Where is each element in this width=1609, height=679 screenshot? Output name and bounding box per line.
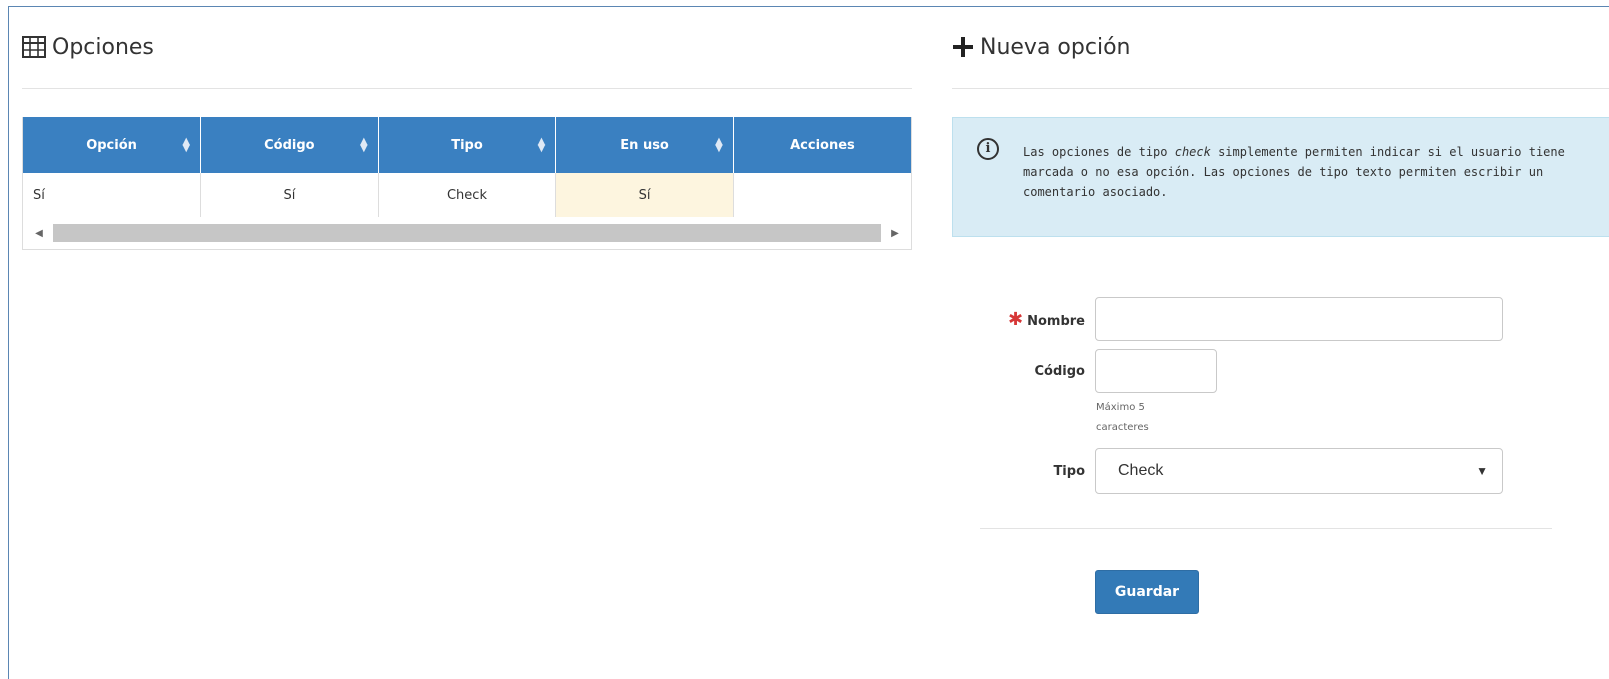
cell-acciones bbox=[733, 173, 911, 217]
save-button[interactable]: Guardar bbox=[1095, 570, 1199, 614]
sort-icon: ▲ ▼ bbox=[715, 136, 723, 154]
column-header-en-uso[interactable]: En uso ▲ ▼ bbox=[555, 117, 734, 173]
column-header-tipo[interactable]: Tipo ▲ ▼ bbox=[378, 117, 557, 173]
cell-opcion: Sí bbox=[23, 173, 202, 217]
column-header-codigo[interactable]: Código ▲ ▼ bbox=[200, 117, 379, 173]
nombre-label: ✱ Nombre bbox=[1008, 308, 1085, 330]
caret-down-icon: ▼ bbox=[1476, 464, 1488, 478]
scroll-left-icon[interactable]: ◀ bbox=[29, 228, 49, 239]
sort-icon: ▲ ▼ bbox=[182, 136, 191, 154]
column-header-opcion[interactable]: Opción ▲ ▼ bbox=[23, 117, 202, 173]
column-header-acciones: Acciones bbox=[733, 117, 911, 173]
codigo-label: Código bbox=[1034, 363, 1085, 379]
new-option-panel: Nueva opción i Las opciones de tipo chec… bbox=[952, 6, 1609, 237]
new-option-panel-header: Nueva opción bbox=[952, 6, 1609, 88]
info-alert: i Las opciones de tipo check simplemente… bbox=[952, 117, 1609, 237]
table-row: Sí Sí Check Sí bbox=[23, 173, 911, 217]
table-grid-icon bbox=[22, 36, 46, 58]
new-option-panel-title: Nueva opción bbox=[980, 34, 1131, 60]
scroll-right-icon[interactable]: ▶ bbox=[885, 228, 905, 239]
cell-en-uso: Sí bbox=[555, 173, 734, 217]
codigo-help-text: Máximo 5 caracteres bbox=[1096, 402, 1149, 433]
codigo-input[interactable] bbox=[1095, 349, 1217, 393]
tipo-select-value: Check bbox=[1118, 462, 1164, 479]
options-panel-header: Opciones bbox=[22, 6, 912, 88]
nombre-row: ✱ Nombre bbox=[962, 297, 1503, 341]
options-table: Opción ▲ ▼ Código ▲ ▼ Tipo ▲ ▼ En uso ▲ ▼ Accion… bbox=[22, 117, 912, 250]
divider bbox=[22, 88, 912, 89]
info-text-before: Las opciones de tipo bbox=[1023, 145, 1175, 159]
divider bbox=[952, 88, 1609, 89]
codigo-row: Código bbox=[962, 349, 1217, 393]
tipo-label: Tipo bbox=[1053, 463, 1085, 479]
tipo-select[interactable]: Check ▼ bbox=[1095, 448, 1503, 494]
info-text-emphasis: check bbox=[1174, 145, 1211, 159]
options-panel: Opciones Opción ▲ ▼ Código ▲ ▼ Tipo ▲ ▼ En uso… bbox=[22, 6, 912, 250]
cell-codigo: Sí bbox=[200, 173, 379, 217]
sort-icon: ▲ ▼ bbox=[359, 136, 368, 154]
options-panel-title: Opciones bbox=[52, 34, 154, 60]
cell-tipo: Check bbox=[378, 173, 557, 217]
required-icon: ✱ bbox=[1008, 308, 1024, 330]
nombre-input[interactable] bbox=[1095, 297, 1503, 341]
scrollbar-thumb[interactable] bbox=[53, 224, 881, 242]
plus-icon bbox=[953, 37, 973, 57]
horizontal-scrollbar[interactable]: ◀ ▶ bbox=[23, 217, 911, 249]
tipo-row: Tipo Check ▼ bbox=[962, 448, 1503, 494]
form-divider bbox=[980, 528, 1552, 529]
sort-icon: ▲ ▼ bbox=[537, 136, 546, 154]
info-circle-icon: i bbox=[977, 138, 999, 160]
